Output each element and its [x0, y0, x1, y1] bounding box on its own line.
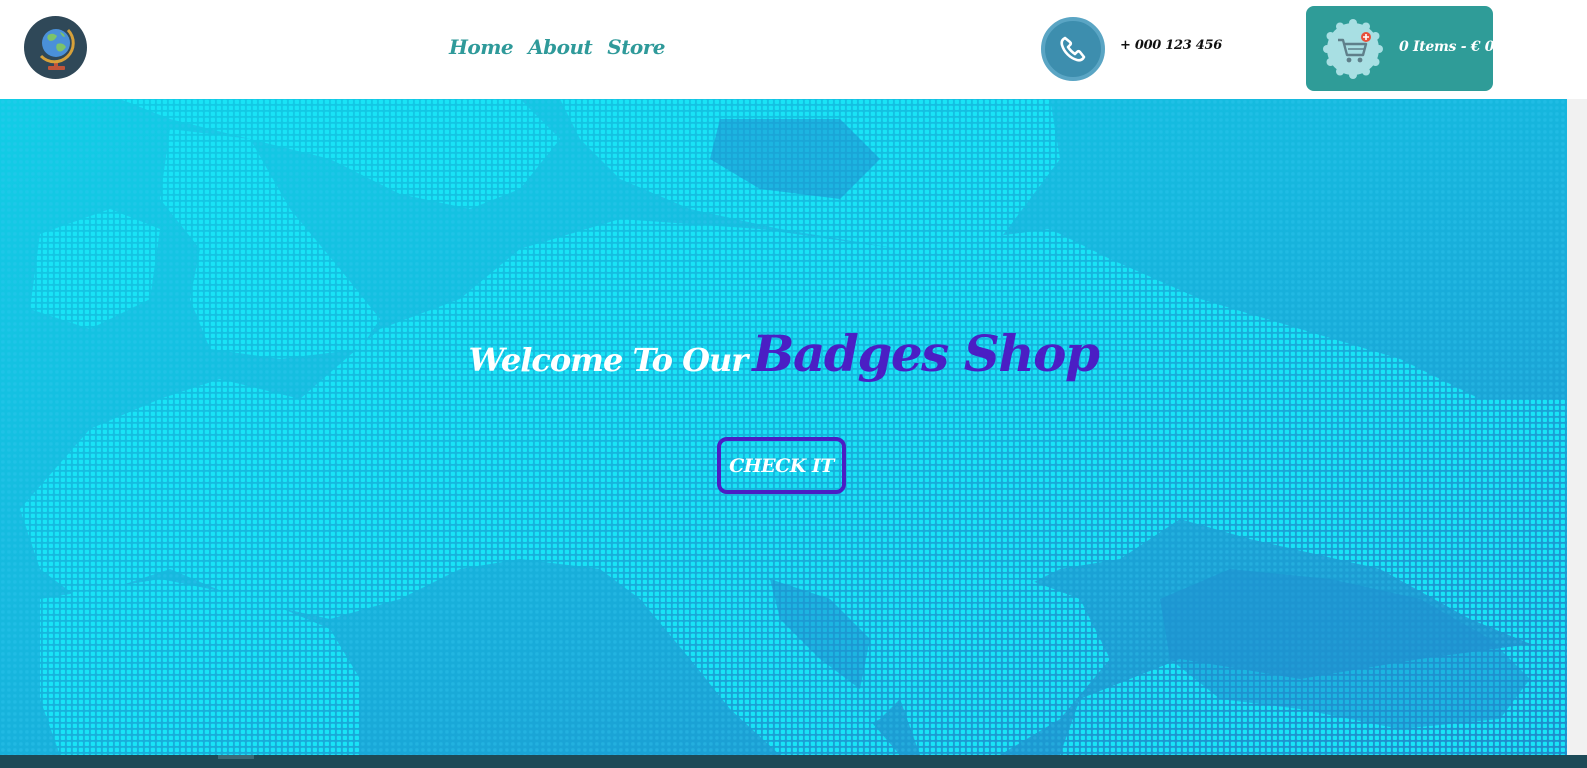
europe-dotted-map	[0, 99, 1567, 755]
welcome-heading: Welcome To Our Badges Shop	[468, 324, 1100, 383]
phone-icon	[1041, 17, 1105, 81]
site-header: Home About Store + 000 123 456 0 Items -…	[0, 0, 1587, 99]
brand-text: Badges Shop	[752, 324, 1100, 383]
vertical-scrollbar[interactable]	[1567, 99, 1587, 755]
globe-logo-icon[interactable]	[24, 16, 87, 79]
check-it-button[interactable]: CHECK IT	[717, 437, 846, 494]
welcome-text: Welcome To Our	[468, 341, 749, 379]
check-it-label: CHECK IT	[729, 454, 834, 477]
main-nav: Home About Store	[449, 33, 666, 61]
hero-banner: Welcome To Our Badges Shop CHECK IT	[0, 99, 1567, 755]
hero-heading: Welcome To Our Badges Shop	[0, 324, 1567, 383]
nav-home-link[interactable]: Home	[449, 33, 514, 61]
shopping-cart-icon	[1322, 18, 1384, 80]
cart-summary: 0 Items - € 0	[1399, 39, 1495, 55]
nav-store-link[interactable]: Store	[607, 33, 665, 61]
nav-about-link[interactable]: About	[528, 33, 593, 61]
phone-number: + 000 123 456	[1120, 38, 1222, 53]
cart-button[interactable]: 0 Items - € 0	[1306, 6, 1495, 91]
bottom-scrollbar-thumb[interactable]	[218, 755, 254, 759]
